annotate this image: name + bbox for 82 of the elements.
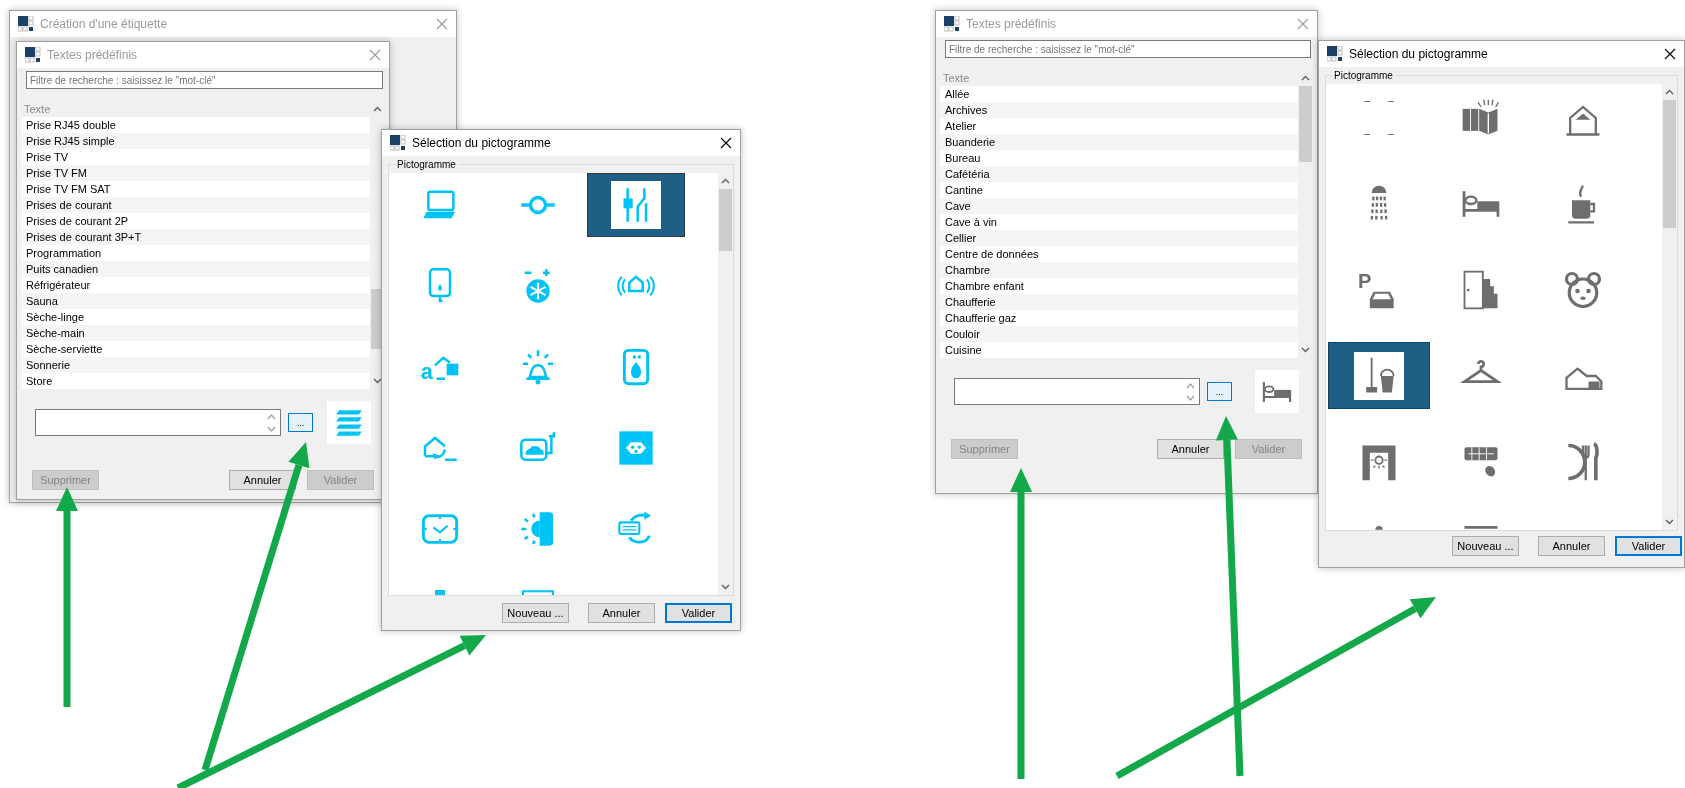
text-field[interactable] bbox=[954, 378, 1200, 405]
list-item[interactable]: Couloir bbox=[940, 326, 1298, 342]
scroll-up-icon[interactable] bbox=[373, 106, 382, 112]
column-header: Texte bbox=[942, 71, 970, 86]
app-logo-icon bbox=[944, 16, 960, 32]
list-item[interactable]: Programmation bbox=[21, 245, 370, 261]
list-item[interactable]: Chambre bbox=[940, 262, 1298, 278]
pictogram-item[interactable] bbox=[587, 173, 685, 237]
list-item[interactable]: Chaufferie bbox=[940, 294, 1298, 310]
list-item[interactable]: Cafétéria bbox=[940, 166, 1298, 182]
app-logo-icon bbox=[18, 16, 34, 32]
list-item[interactable]: Bureau bbox=[940, 150, 1298, 166]
browse-button[interactable]: ... bbox=[1207, 382, 1232, 401]
list-item[interactable]: Prise TV FM bbox=[21, 165, 370, 181]
list-item[interactable]: Prise TV FM SAT bbox=[21, 181, 370, 197]
browse-button[interactable]: ... bbox=[288, 413, 313, 432]
list-item[interactable]: Archives bbox=[940, 102, 1298, 118]
scroll-thumb[interactable] bbox=[1299, 86, 1312, 162]
list-item[interactable]: Cave à vin bbox=[940, 214, 1298, 230]
scroll-up-icon[interactable] bbox=[1665, 89, 1674, 95]
list-item[interactable]: Store bbox=[21, 373, 370, 389]
window-title: Sélection du pictogramme bbox=[412, 136, 551, 150]
scroll-down-icon[interactable] bbox=[1665, 519, 1674, 525]
group-label: Pictogramme bbox=[395, 158, 458, 171]
list-item[interactable]: Chaufferie gaz bbox=[940, 310, 1298, 326]
scroll-up-icon[interactable] bbox=[721, 178, 730, 184]
list-item[interactable]: Réfrigérateur bbox=[21, 277, 370, 293]
app-logo-icon bbox=[390, 135, 406, 151]
list-item[interactable]: Allée bbox=[940, 86, 1298, 102]
dialog-button[interactable]: Annuler bbox=[229, 470, 296, 490]
dialog-button[interactable]: Valider bbox=[665, 603, 732, 623]
scrollbar[interactable] bbox=[1662, 84, 1677, 530]
dialog-button[interactable]: Annuler bbox=[1157, 439, 1224, 459]
scrollbar[interactable] bbox=[718, 173, 733, 595]
spin-arrows-icon[interactable] bbox=[1186, 381, 1195, 403]
list-item[interactable]: Sauna bbox=[21, 293, 370, 309]
list-item[interactable]: Prise TV bbox=[21, 149, 370, 165]
list-item[interactable]: Buanderie bbox=[940, 134, 1298, 150]
dialog-button[interactable]: Nouveau ... bbox=[502, 603, 569, 623]
list-item[interactable]: Sonnerie bbox=[21, 357, 370, 373]
spin-arrows-icon[interactable] bbox=[267, 412, 276, 434]
list-item[interactable]: Cantine bbox=[940, 182, 1298, 198]
pictogram-item[interactable] bbox=[1328, 342, 1430, 409]
dialog-button[interactable]: Annuler bbox=[1538, 536, 1605, 556]
scroll-down-icon[interactable] bbox=[721, 584, 730, 590]
window-title: Textes prédéfinis bbox=[966, 17, 1057, 31]
list-item[interactable]: Puits canadien bbox=[21, 261, 370, 277]
list-item[interactable]: Centre de données bbox=[940, 246, 1298, 262]
list-item[interactable]: Prise RJ45 double bbox=[21, 117, 370, 133]
close-icon[interactable] bbox=[720, 137, 732, 149]
close-icon[interactable] bbox=[1664, 48, 1676, 60]
list-item[interactable]: Cave bbox=[940, 198, 1298, 214]
group-label: Pictogramme bbox=[1332, 69, 1395, 82]
socket-icon bbox=[616, 428, 656, 468]
window-title: Textes prédéfinis bbox=[47, 48, 138, 62]
app-logo-icon bbox=[1327, 46, 1343, 62]
list-item[interactable]: Sèche-main bbox=[21, 325, 370, 341]
list-item[interactable]: Atelier bbox=[940, 118, 1298, 134]
scroll-thumb[interactable] bbox=[1663, 100, 1676, 228]
list-item[interactable]: Prises de courant 2P bbox=[21, 213, 370, 229]
search-field[interactable]: Filtre de recherche : saisissez le "mot-clé" bbox=[26, 71, 383, 89]
list-item[interactable]: Sèche-serviette bbox=[21, 341, 370, 357]
pictogram-item[interactable]: P bbox=[1328, 256, 1430, 323]
list-item[interactable]: Sèche-linge bbox=[21, 309, 370, 325]
scroll-thumb[interactable] bbox=[719, 189, 732, 251]
search-field[interactable]: Filtre de recherche : saisissez le "mot-clé" bbox=[945, 40, 1311, 58]
list-item[interactable]: Prise RJ45 simple bbox=[21, 133, 370, 149]
app-logo-icon bbox=[25, 47, 41, 63]
list-item[interactable]: Chambre enfant bbox=[940, 278, 1298, 294]
list-item[interactable]: Prises de courant 3P+T bbox=[21, 229, 370, 245]
dialog-button[interactable]: Nouveau ... bbox=[1452, 536, 1519, 556]
column-header: Texte bbox=[23, 102, 51, 117]
scroll-down-icon[interactable] bbox=[1301, 347, 1310, 353]
window-title: Sélection du pictogramme bbox=[1349, 47, 1488, 61]
list-item[interactable]: Cuisine bbox=[940, 342, 1298, 358]
scroll-up-icon[interactable] bbox=[1301, 75, 1310, 81]
dialog-button[interactable]: Valider bbox=[1615, 536, 1682, 556]
text-field[interactable] bbox=[35, 409, 281, 436]
dialog-button[interactable]: Annuler bbox=[588, 603, 655, 623]
list-item[interactable]: Prises de courant bbox=[21, 197, 370, 213]
list-item[interactable]: Cellier bbox=[940, 230, 1298, 246]
window-title: Création d'une étiquette bbox=[40, 17, 168, 31]
